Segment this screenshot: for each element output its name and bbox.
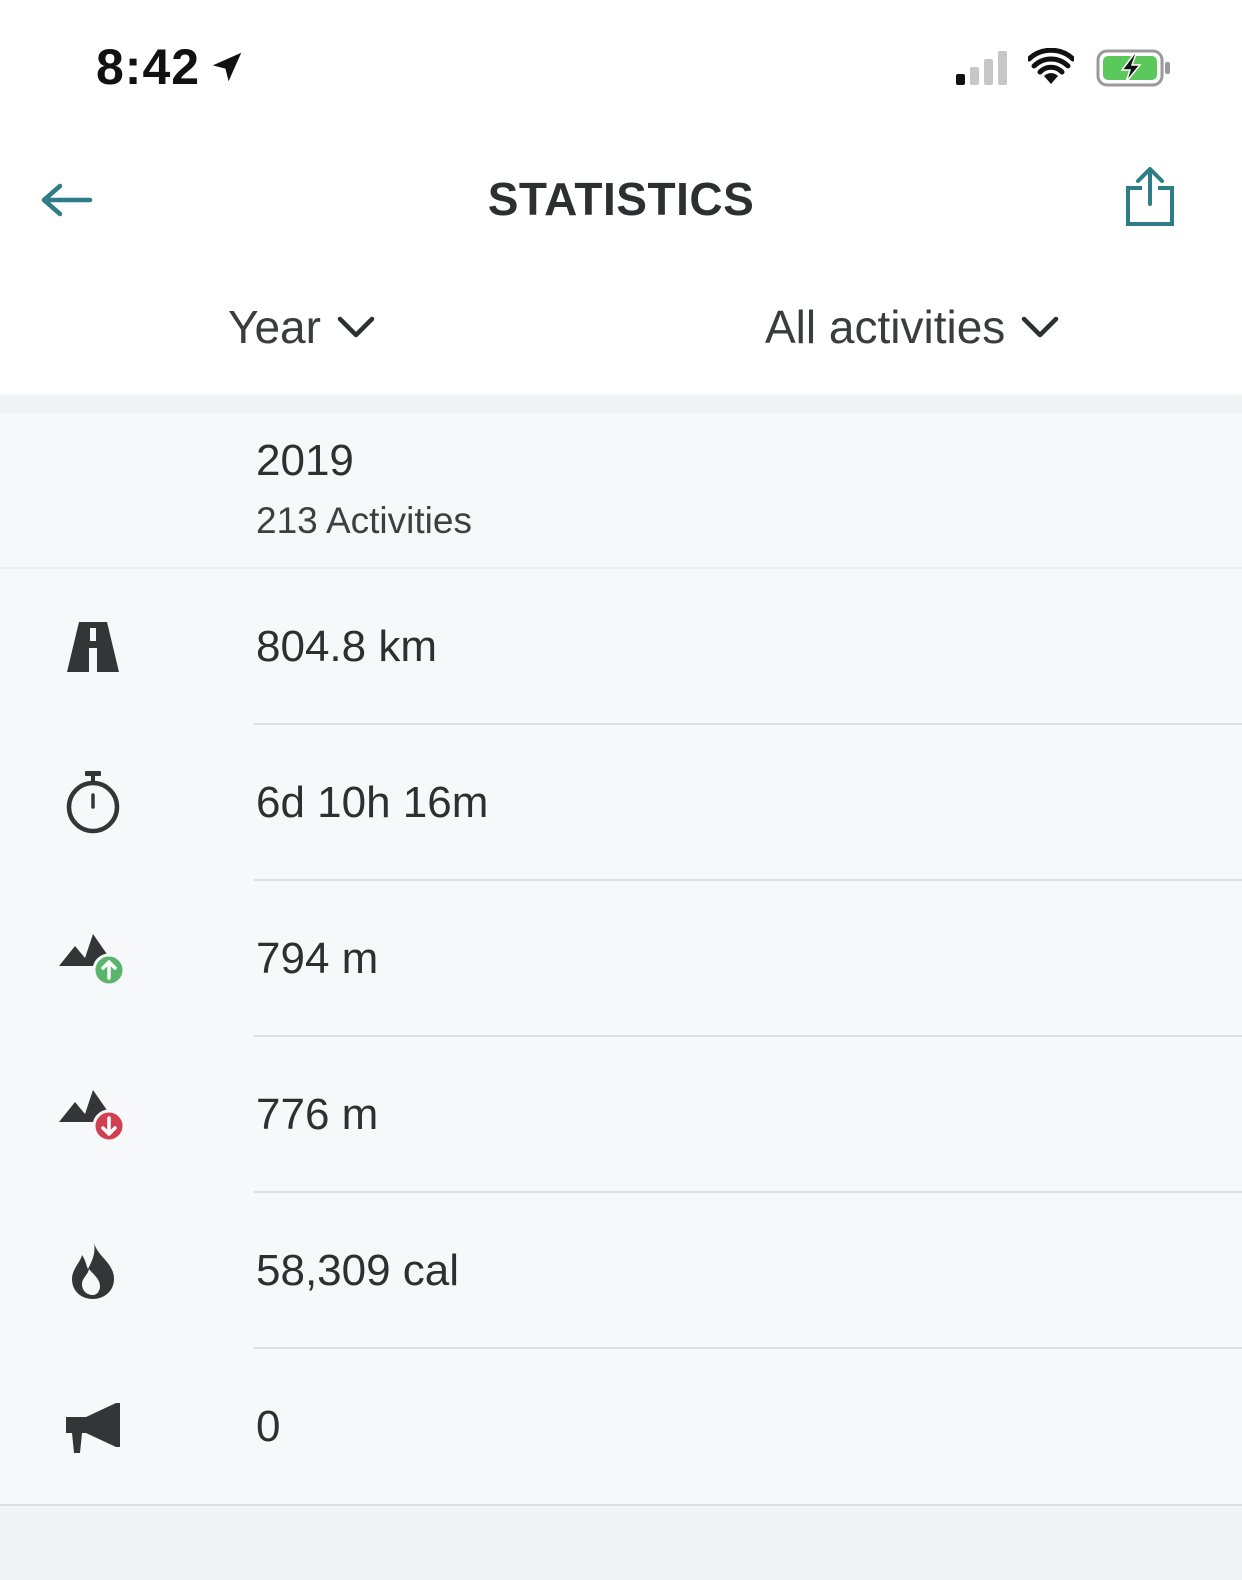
status-bar: 8:42 <box>0 0 1242 130</box>
summary-year: 2019 <box>256 436 354 485</box>
stat-row-duration: 6d 10h 16m <box>0 725 1242 881</box>
period-dropdown[interactable]: Year <box>228 300 375 354</box>
stopwatch-icon <box>58 768 128 838</box>
cellular-signal-icon <box>956 51 1007 85</box>
stat-distance-value: 804.8 km <box>256 622 437 671</box>
page-title: STATISTICS <box>487 173 755 225</box>
stat-row-distance: 804.8 km <box>0 569 1242 725</box>
flame-icon <box>58 1236 128 1306</box>
elevation-gain-icon <box>58 924 128 994</box>
chevron-down-icon <box>337 316 375 338</box>
activity-label: All activities <box>765 301 1006 353</box>
stat-duration-value: 6d 10h 16m <box>256 778 489 827</box>
stat-elevation-loss-value: 776 m <box>256 1090 379 1139</box>
wifi-icon <box>1028 48 1074 84</box>
footer-area <box>0 1506 1242 1580</box>
chevron-down-icon <box>1022 316 1059 338</box>
stat-row-megaphone: 0 <box>0 1349 1242 1505</box>
stat-row-elevation-gain: 794 m <box>0 881 1242 1037</box>
elevation-loss-icon <box>58 1080 128 1150</box>
status-time: 8:42 <box>96 39 201 95</box>
period-label: Year <box>228 301 321 353</box>
stat-calories-value: 58,309 cal <box>256 1246 460 1295</box>
stat-megaphone-value: 0 <box>256 1402 281 1451</box>
location-arrow-icon <box>212 52 242 82</box>
stat-row-calories: 58,309 cal <box>0 1193 1242 1349</box>
summary-activity-count: 213 Activities <box>256 500 472 541</box>
stat-elevation-gain-value: 794 m <box>256 934 379 983</box>
header: STATISTICS Year All activities <box>0 130 1242 395</box>
road-icon <box>58 612 128 682</box>
stat-row-elevation-loss: 776 m <box>0 1037 1242 1193</box>
activity-dropdown[interactable]: All activities <box>765 300 1059 354</box>
megaphone-icon <box>58 1392 128 1462</box>
share-icon[interactable] <box>1124 166 1178 228</box>
battery-charging-icon <box>1096 49 1170 87</box>
